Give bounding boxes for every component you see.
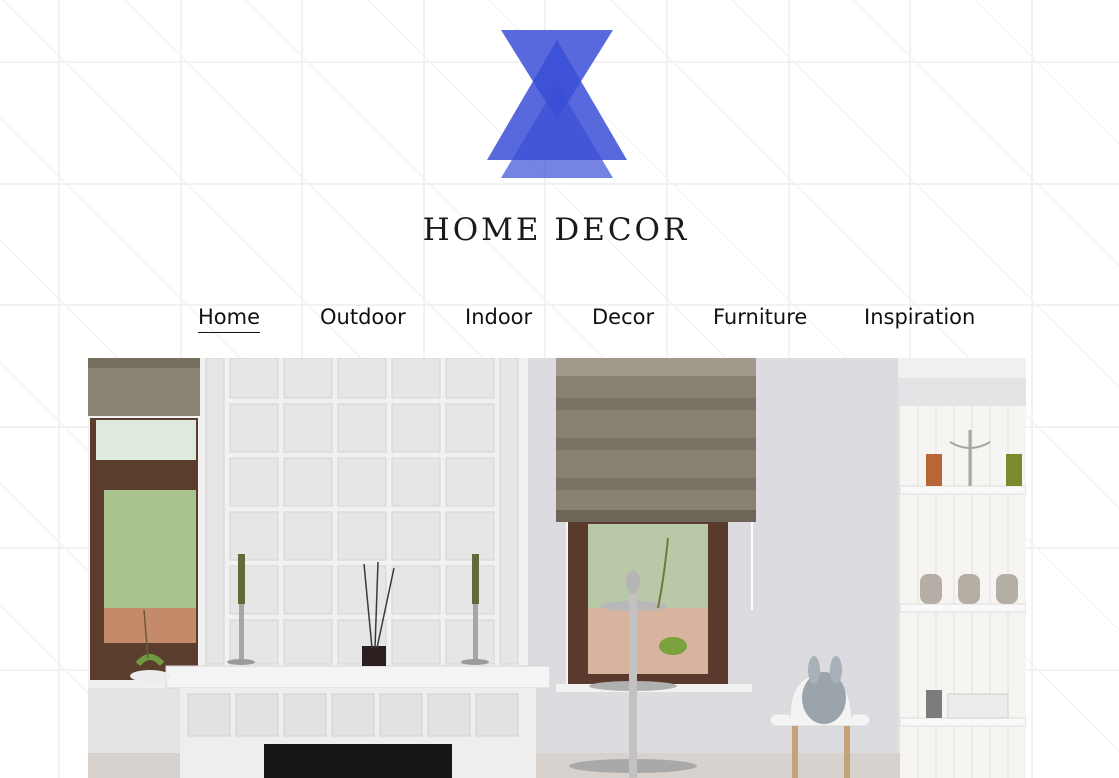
site-title: HOME DECOR <box>422 212 690 248</box>
left-window <box>88 358 200 688</box>
wall-shelves <box>898 358 1026 778</box>
nav-item-home[interactable]: Home <box>198 302 261 333</box>
nav-item-furniture[interactable]: Furniture <box>713 302 807 332</box>
hero-image <box>88 358 1026 778</box>
nav-item-decor[interactable]: Decor <box>592 302 654 332</box>
nav-item-inspiration[interactable]: Inspiration <box>864 302 975 332</box>
main-navigation: Home Outdoor Indoor Decor Furniture Insp… <box>0 302 1119 336</box>
overlapping-triangles-logo-icon[interactable] <box>487 28 627 180</box>
right-window <box>556 358 756 692</box>
nav-item-outdoor[interactable]: Outdoor <box>320 302 406 332</box>
nav-item-indoor[interactable]: Indoor <box>465 302 532 332</box>
tiled-fireplace <box>165 358 551 778</box>
